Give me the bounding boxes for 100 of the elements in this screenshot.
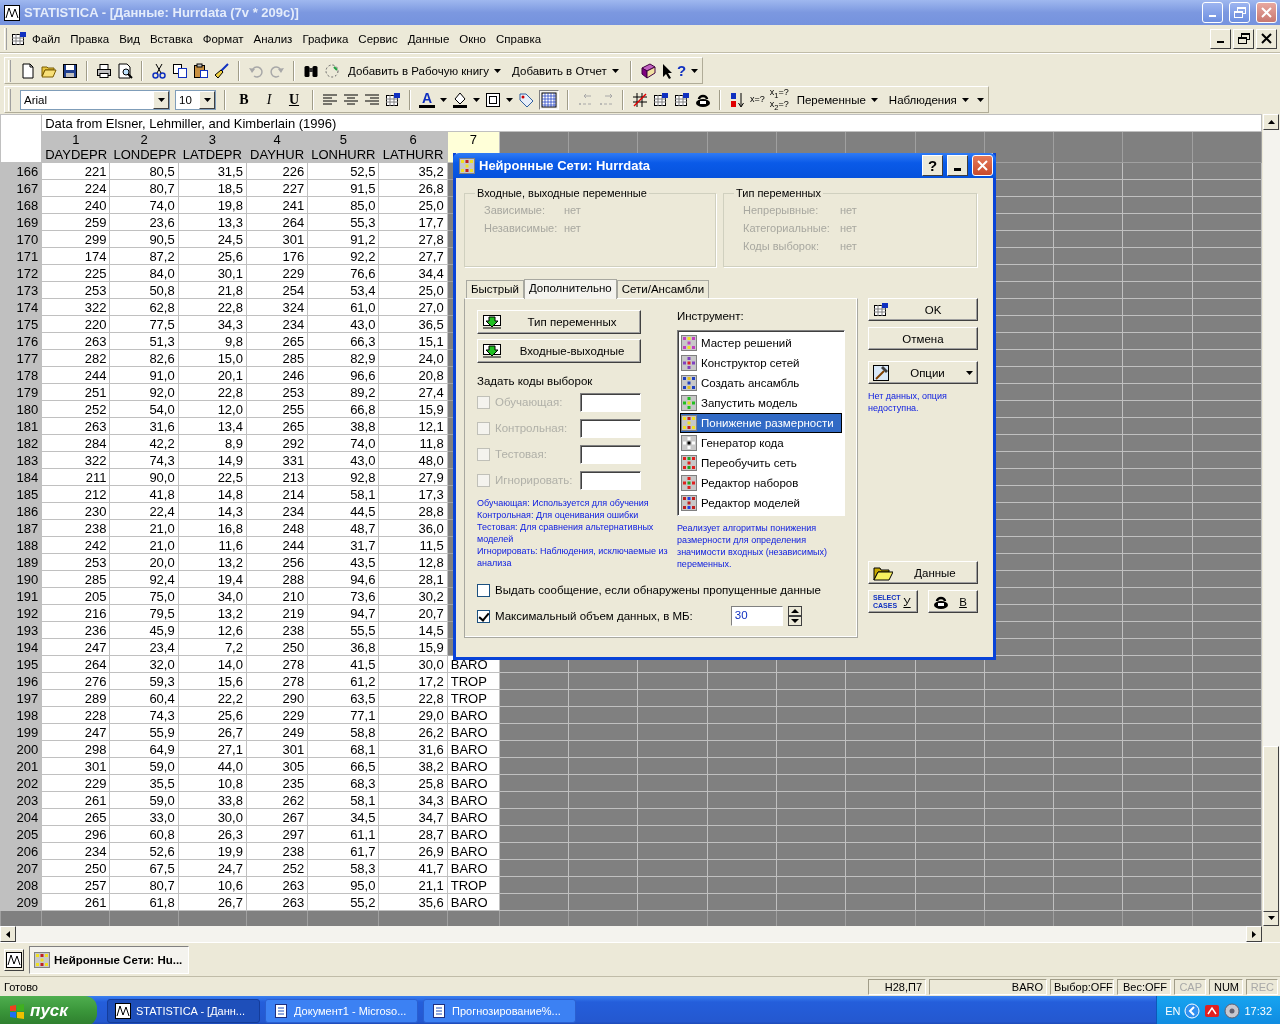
align-right-icon[interactable] <box>364 91 380 108</box>
start-button[interactable]: пуск <box>0 996 97 1024</box>
font-color-button[interactable]: A <box>419 91 435 108</box>
list-item[interactable]: Запустить модель <box>680 393 842 413</box>
close-button[interactable] <box>1256 28 1277 49</box>
gridlines-toggle[interactable] <box>539 89 559 110</box>
caret-icon[interactable] <box>473 97 480 102</box>
column-header[interactable]: 2 LONDEPR <box>109 131 179 163</box>
formula-button[interactable]: x=? <box>750 95 765 104</box>
column-header[interactable]: 4 DAYHUR <box>246 131 308 163</box>
dashed-circle-icon[interactable] <box>324 62 340 79</box>
font-field[interactable]: Arial <box>20 89 170 110</box>
ok-button[interactable]: OK <box>868 298 978 321</box>
list-item[interactable]: Конструктор сетей <box>680 353 842 373</box>
sort-icon[interactable] <box>729 91 745 108</box>
menu-item[interactable]: Данные <box>402 30 455 47</box>
input-field[interactable] <box>580 444 641 464</box>
table-icon[interactable] <box>653 91 669 108</box>
menu-item[interactable]: Графика <box>297 30 354 47</box>
copy-icon[interactable] <box>172 62 188 79</box>
scroll-up-button[interactable] <box>1263 114 1279 130</box>
caret-icon[interactable] <box>440 97 447 102</box>
formula-button[interactable]: x$_{1}$=? <box>769 87 789 100</box>
data-button[interactable]: Данные <box>868 561 978 584</box>
options-button[interactable]: Опции <box>868 361 978 384</box>
minimized-window-button[interactable] <box>4 948 24 971</box>
brush-icon[interactable] <box>214 62 230 79</box>
help-button[interactable]: ? <box>660 62 687 79</box>
list-item[interactable]: Мастер решений <box>680 333 842 353</box>
align-center-icon[interactable] <box>343 91 359 108</box>
table-icon[interactable] <box>674 91 690 108</box>
save-icon[interactable] <box>62 62 78 79</box>
spinner[interactable] <box>787 606 802 626</box>
tag-icon[interactable] <box>518 91 534 108</box>
caret-icon[interactable] <box>506 97 513 102</box>
print-preview-icon[interactable] <box>117 62 133 79</box>
menu-item[interactable]: Сервис <box>353 30 403 47</box>
checkbox[interactable] <box>477 583 490 597</box>
column-header[interactable]: 1 DAYDEPR <box>41 131 110 163</box>
border-icon[interactable] <box>485 91 501 108</box>
input-field[interactable] <box>580 392 641 412</box>
add-to-report-button[interactable]: Добавить в Отчет <box>509 64 622 77</box>
print-icon[interactable] <box>96 62 112 79</box>
column-header[interactable]: 6 LATHURR <box>378 131 448 163</box>
input-field[interactable] <box>580 418 641 438</box>
scroll-left-button[interactable] <box>0 926 16 942</box>
new-document-icon[interactable] <box>20 62 36 79</box>
paste-icon[interactable] <box>193 62 209 79</box>
variables-button[interactable]: Переменные <box>793 93 881 106</box>
disc-icon[interactable] <box>1224 1003 1241 1019</box>
bold-button[interactable]: B <box>234 91 254 108</box>
menu-item[interactable]: Вид <box>114 30 145 47</box>
window-tab[interactable]: Нейронные Сети: Hu... <box>29 945 189 974</box>
list-item[interactable]: Редактор наборов <box>680 473 842 493</box>
caret-icon[interactable] <box>691 68 699 73</box>
column-header[interactable]: 3 LATDEPR <box>178 131 247 163</box>
menu-item[interactable]: Формат <box>197 30 249 47</box>
menu-item[interactable]: Окно <box>454 30 492 47</box>
dropdown-button[interactable] <box>199 90 215 109</box>
help-button[interactable]: ? <box>922 155 943 176</box>
weight-button[interactable]: В <box>928 590 978 613</box>
number-field[interactable]: 30 <box>730 606 783 626</box>
menu-item[interactable]: Вставка <box>144 30 198 47</box>
tab[interactable]: Дополнительно <box>523 279 617 299</box>
italic-button[interactable]: I <box>259 91 279 108</box>
restore-button[interactable] <box>1233 28 1254 49</box>
column-header[interactable]: 5 LONHURR <box>307 131 379 163</box>
dropdown-button[interactable] <box>153 90 169 109</box>
minimize-button[interactable] <box>947 155 968 176</box>
menu-item[interactable]: Правка <box>65 30 115 47</box>
align-left-icon[interactable] <box>322 91 338 108</box>
input-output-button[interactable]: Входные-выходные <box>477 339 641 363</box>
table-icon[interactable] <box>11 30 27 47</box>
fill-color-icon[interactable] <box>452 91 468 108</box>
cut-icon[interactable] <box>151 62 167 79</box>
list-item[interactable]: Редактор моделей <box>680 493 842 513</box>
menu-item[interactable]: Анализ <box>248 30 298 47</box>
book-icon[interactable] <box>639 62 656 79</box>
list-item[interactable]: Генератор кода <box>680 433 842 453</box>
formula-button[interactable]: x$_{2}$=? <box>769 99 789 112</box>
minimize-button[interactable] <box>1210 28 1231 49</box>
checkbox[interactable] <box>477 609 490 623</box>
list-item[interactable]: Переобучить сеть <box>680 453 842 473</box>
cancel-button[interactable]: Отмена <box>868 327 978 350</box>
menu-item[interactable]: Файл <box>27 30 66 47</box>
scrollbar-thumb[interactable] <box>1263 746 1279 912</box>
list-item[interactable]: Понижение размерности <box>680 413 842 433</box>
menu-item[interactable]: Справка <box>491 30 547 47</box>
list-item[interactable]: Создать ансамбль <box>680 373 842 393</box>
tray-app-icon[interactable] <box>1204 1003 1221 1019</box>
variable-types-button[interactable]: Тип переменных <box>477 310 641 334</box>
font-size-field[interactable]: 10 <box>175 89 216 110</box>
underline-button[interactable]: U <box>284 91 304 108</box>
taskbar-button[interactable]: Документ1 - Microso... <box>265 999 418 1023</box>
taskbar-button[interactable]: Прогнозирование%... <box>423 999 576 1023</box>
table-icon[interactable] <box>385 91 401 108</box>
cases-button[interactable]: Наблюдения <box>885 93 972 106</box>
scroll-right-button[interactable] <box>1246 926 1262 942</box>
input-field[interactable] <box>580 470 641 490</box>
taskbar-button[interactable]: STATISTICA - [Данн... <box>107 999 260 1023</box>
